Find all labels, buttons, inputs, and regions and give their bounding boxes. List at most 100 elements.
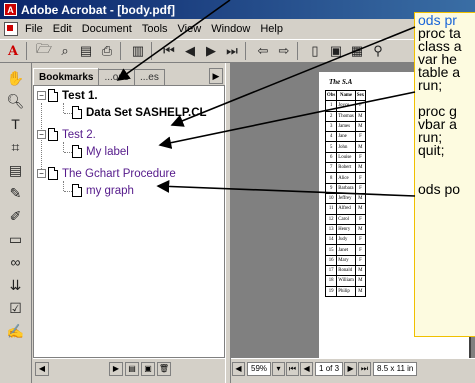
menu-window[interactable]: Window xyxy=(206,23,255,35)
bookmark-test2[interactable]: − Test 2. xyxy=(37,128,96,141)
last-page-icon[interactable]: ⏭ xyxy=(358,361,372,376)
fit-width-icon[interactable]: ▦ xyxy=(347,41,367,61)
table-cell-sex: F xyxy=(354,100,367,112)
table-cell-name: Thomas xyxy=(336,110,356,122)
bookmark-my-label[interactable]: My label xyxy=(72,145,129,158)
table-cell-sex: M xyxy=(354,110,367,122)
link-tool-icon[interactable]: ∞ xyxy=(4,251,28,273)
text-select-tool-icon[interactable]: T xyxy=(4,113,28,135)
table-cell-sex: M xyxy=(354,275,367,287)
scroll-right-icon[interactable]: ▶ xyxy=(109,361,123,376)
tab-menu-arrow-icon[interactable]: ▶ xyxy=(209,68,223,84)
tree-connector xyxy=(64,113,72,114)
touchup-tool-icon[interactable]: ✍ xyxy=(4,320,28,342)
table-cell-obs: 5 xyxy=(324,141,338,153)
table-cell-obs: 17 xyxy=(324,265,338,277)
menu-tools[interactable]: Tools xyxy=(137,23,173,35)
table-row: 15 Janet F xyxy=(324,244,367,256)
bookmark-gchart-procedure[interactable]: − The Gchart Procedure xyxy=(37,167,176,180)
table-cell-sex: M xyxy=(354,120,367,133)
first-page-icon[interactable]: ⏮ xyxy=(159,41,179,61)
tab-bookmarks[interactable]: Bookmarks xyxy=(33,68,100,85)
print-icon[interactable]: ⎙ xyxy=(97,41,117,61)
table-row: 2 Thomas M xyxy=(324,110,367,122)
table-cell-name: Mary xyxy=(336,254,356,267)
movie-tool-icon[interactable]: ▭ xyxy=(4,228,28,250)
toolbar-separator xyxy=(245,42,251,60)
table-cell-obs: 12 xyxy=(324,213,338,225)
table-cell-name: Alfred xyxy=(336,203,356,215)
table-cell-sex: F xyxy=(354,244,367,256)
data-table: Obs Name Sex 1 Joyce F 2 Thomas M 3 James M 4 Jane… xyxy=(324,89,367,297)
next-page-icon[interactable]: ▶ xyxy=(201,41,221,61)
tab-signatures[interactable]: ...es xyxy=(133,69,165,85)
left-tool-strip: ✋ 🔍︎ T ⌗ ▤ ✎ ✐ ▭ ∞ ⇊ ☑ ✍ xyxy=(0,63,32,383)
first-page-icon[interactable]: ⏮ xyxy=(286,361,300,376)
callout-line: run; xyxy=(418,77,443,93)
open-icon[interactable]: 🗁 xyxy=(34,41,54,61)
zoom-field[interactable]: 59% xyxy=(247,361,272,376)
tab-thumbnails[interactable]: ...ons xyxy=(98,69,135,85)
table-cell-sex: M xyxy=(354,285,367,297)
collapse-toggle-icon[interactable]: − xyxy=(37,169,46,178)
table-cell-sex: M xyxy=(354,265,367,277)
scroll-left-icon[interactable]: ◀ xyxy=(35,361,49,376)
table-cell-obs: 14 xyxy=(324,234,338,246)
delete-bookmark-icon[interactable]: 🗑 xyxy=(157,361,171,376)
pencil-tool-icon[interactable]: ✎ xyxy=(4,182,28,204)
menu-edit[interactable]: Edit xyxy=(48,23,77,35)
search-icon[interactable]: ⌕ xyxy=(55,41,75,61)
fit-page-icon[interactable]: ▣ xyxy=(326,41,346,61)
menu-help[interactable]: Help xyxy=(255,23,288,35)
table-cell-name: Louise xyxy=(336,151,356,164)
document-menu-icon[interactable] xyxy=(4,22,18,36)
next-page-icon[interactable]: ▶ xyxy=(344,361,358,376)
article-tool-icon[interactable]: ⇊ xyxy=(4,274,28,296)
toolbar-separator xyxy=(26,42,32,60)
bookmark-page-icon xyxy=(48,128,58,141)
go-back-icon[interactable]: ⇦ xyxy=(253,41,273,61)
bookmark-page-icon xyxy=(48,89,58,102)
table-cell-obs: 6 xyxy=(324,151,338,164)
go-forward-icon[interactable]: ⇨ xyxy=(274,41,294,61)
table-header-sex: Sex xyxy=(354,89,367,102)
bookmark-label: Test 2. xyxy=(62,128,96,141)
table-row: 17 Ronald M xyxy=(324,265,367,277)
bookmark-page-icon xyxy=(72,184,82,197)
bookmark-properties-icon[interactable]: ▣ xyxy=(141,361,155,376)
table-cell-name: Robert xyxy=(336,162,356,174)
table-row: 16 Mary F xyxy=(324,254,367,267)
last-page-icon[interactable]: ⏭ xyxy=(222,41,242,61)
table-cell-obs: 11 xyxy=(324,203,338,215)
page-number-field[interactable]: 1 of 3 xyxy=(315,361,344,376)
form-tool-icon[interactable]: ☑ xyxy=(4,297,28,319)
toolbar: A 🗁 ⌕ ▤ ⎙ ▥ ⏮ ◀ ▶ ⏭ ⇦ ⇨ ▯ ▣ ▦ ⚲ xyxy=(0,39,475,63)
menu-document[interactable]: Document xyxy=(77,23,137,35)
crop-tool-icon[interactable]: ⌗ xyxy=(4,136,28,158)
previous-page-icon[interactable]: ◀ xyxy=(300,361,314,376)
bookmark-my-graph[interactable]: my graph xyxy=(72,184,134,197)
collapse-toggle-icon[interactable]: − xyxy=(37,91,46,100)
scroll-left-icon[interactable]: ◀ xyxy=(232,361,245,376)
zoom-dropdown-icon[interactable]: ▾ xyxy=(272,361,286,376)
table-row: 19 Philip M xyxy=(324,285,367,297)
collapse-toggle-icon[interactable]: − xyxy=(37,130,46,139)
find-icon[interactable]: ⚲ xyxy=(368,41,388,61)
hand-tool-icon[interactable]: ✋ xyxy=(4,67,28,89)
table-cell-sex: M xyxy=(354,141,367,153)
menu-file[interactable]: File xyxy=(20,23,48,35)
actual-size-icon[interactable]: ▯ xyxy=(305,41,325,61)
bookmark-data-set[interactable]: Data Set SASHELP.CL xyxy=(72,106,207,119)
menu-view[interactable]: View xyxy=(173,23,207,35)
zoom-tool-icon[interactable]: 🔍︎ xyxy=(4,90,28,112)
note-tool-icon[interactable]: ▤ xyxy=(4,159,28,181)
table-cell-obs: 7 xyxy=(324,162,338,174)
previous-page-icon[interactable]: ◀ xyxy=(180,41,200,61)
toolbar-separator xyxy=(297,42,303,60)
save-icon[interactable]: ▤ xyxy=(76,41,96,61)
show-hide-navigation-icon[interactable]: ▥ xyxy=(128,41,148,61)
new-bookmark-icon[interactable]: ▤ xyxy=(125,361,139,376)
acrobat-logo-icon[interactable]: A xyxy=(3,41,23,61)
bookmark-test1[interactable]: − Test 1. xyxy=(37,89,98,102)
highlight-tool-icon[interactable]: ✐ xyxy=(4,205,28,227)
